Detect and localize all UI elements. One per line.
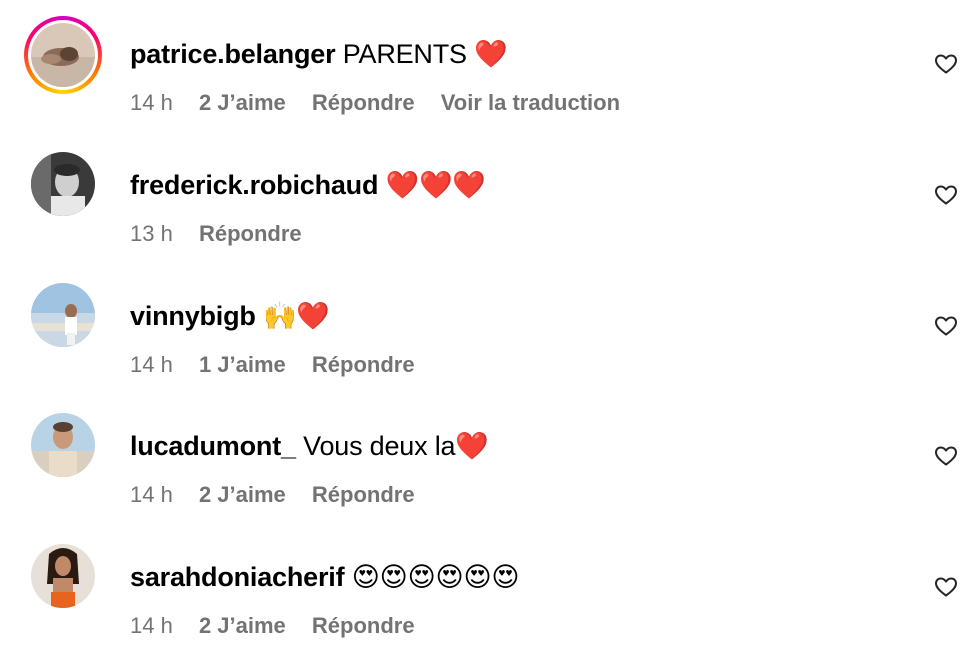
likes-count[interactable]: 1 J’aime: [199, 352, 286, 377]
avatar[interactable]: [24, 16, 102, 94]
heart-outline-icon[interactable]: [934, 444, 958, 468]
timestamp[interactable]: 14 h: [130, 90, 173, 115]
heart-outline-icon[interactable]: [934, 52, 958, 76]
heart-outline-icon[interactable]: [934, 183, 958, 207]
comment-line: frederick.robichaud ❤️❤️❤️: [130, 169, 486, 201]
comment-item: vinnybigb 🙌❤️ 14 h 1 J’aime Répondre: [0, 276, 980, 386]
timestamp[interactable]: 13 h: [130, 221, 173, 246]
comment-text: PARENTS ❤️: [342, 39, 508, 69]
comment-item: lucadumont_ Vous deux la❤️ 14 h 2 J’aime…: [0, 406, 980, 516]
comment-line: patrice.belanger PARENTS ❤️: [130, 38, 508, 70]
comment-text: ❤️❤️❤️: [385, 170, 486, 200]
reply-button[interactable]: Répondre: [199, 221, 302, 246]
likes-count[interactable]: 2 J’aime: [199, 613, 286, 638]
timestamp[interactable]: 14 h: [130, 613, 173, 638]
avatar[interactable]: [24, 406, 102, 484]
comment-text: Vous deux la❤️: [303, 431, 489, 461]
comment-item: frederick.robichaud ❤️❤️❤️ 13 h Répondre: [0, 145, 980, 255]
heart-outline-icon[interactable]: [934, 314, 958, 338]
username-link[interactable]: sarahdoniacherif: [130, 562, 345, 592]
reply-button[interactable]: Répondre: [312, 90, 415, 115]
avatar[interactable]: [24, 276, 102, 354]
username-link[interactable]: frederick.robichaud: [130, 170, 378, 200]
comment-text: 🙌❤️: [263, 301, 330, 331]
heart-outline-icon[interactable]: [934, 575, 958, 599]
username-link[interactable]: vinnybigb: [130, 301, 256, 331]
reply-button[interactable]: Répondre: [312, 352, 415, 377]
comment-meta: 13 h Répondre: [130, 220, 322, 248]
comment-text: 😍😍😍😍😍😍: [351, 562, 520, 592]
avatar[interactable]: [24, 537, 102, 615]
timestamp[interactable]: 14 h: [130, 482, 173, 507]
comment-meta: 14 h 2 J’aime Répondre: [130, 612, 435, 640]
likes-count[interactable]: 2 J’aime: [199, 90, 286, 115]
timestamp[interactable]: 14 h: [130, 352, 173, 377]
see-translation-button[interactable]: Voir la traduction: [441, 90, 620, 115]
avatar-image: [31, 413, 95, 477]
comment-line: vinnybigb 🙌❤️: [130, 300, 330, 332]
comment-meta: 14 h 2 J’aime Répondre Voir la traductio…: [130, 89, 640, 117]
comment-meta: 14 h 1 J’aime Répondre: [130, 351, 435, 379]
comment-meta: 14 h 2 J’aime Répondre: [130, 481, 435, 509]
username-link[interactable]: patrice.belanger: [130, 39, 336, 69]
avatar[interactable]: [24, 145, 102, 223]
comment-line: sarahdoniacherif 😍😍😍😍😍😍: [130, 561, 520, 593]
avatar-image: [31, 544, 95, 608]
comment-item: patrice.belanger PARENTS ❤️ 14 h 2 J’aim…: [0, 14, 980, 124]
avatar-image: [31, 23, 95, 87]
avatar-image: [31, 152, 95, 216]
comment-line: lucadumont_ Vous deux la❤️: [130, 430, 489, 462]
avatar-image: [31, 283, 95, 347]
reply-button[interactable]: Répondre: [312, 613, 415, 638]
comment-item: sarahdoniacherif 😍😍😍😍😍😍 14 h 2 J’aime Ré…: [0, 537, 980, 647]
username-link[interactable]: lucadumont_: [130, 431, 296, 461]
likes-count[interactable]: 2 J’aime: [199, 482, 286, 507]
reply-button[interactable]: Répondre: [312, 482, 415, 507]
